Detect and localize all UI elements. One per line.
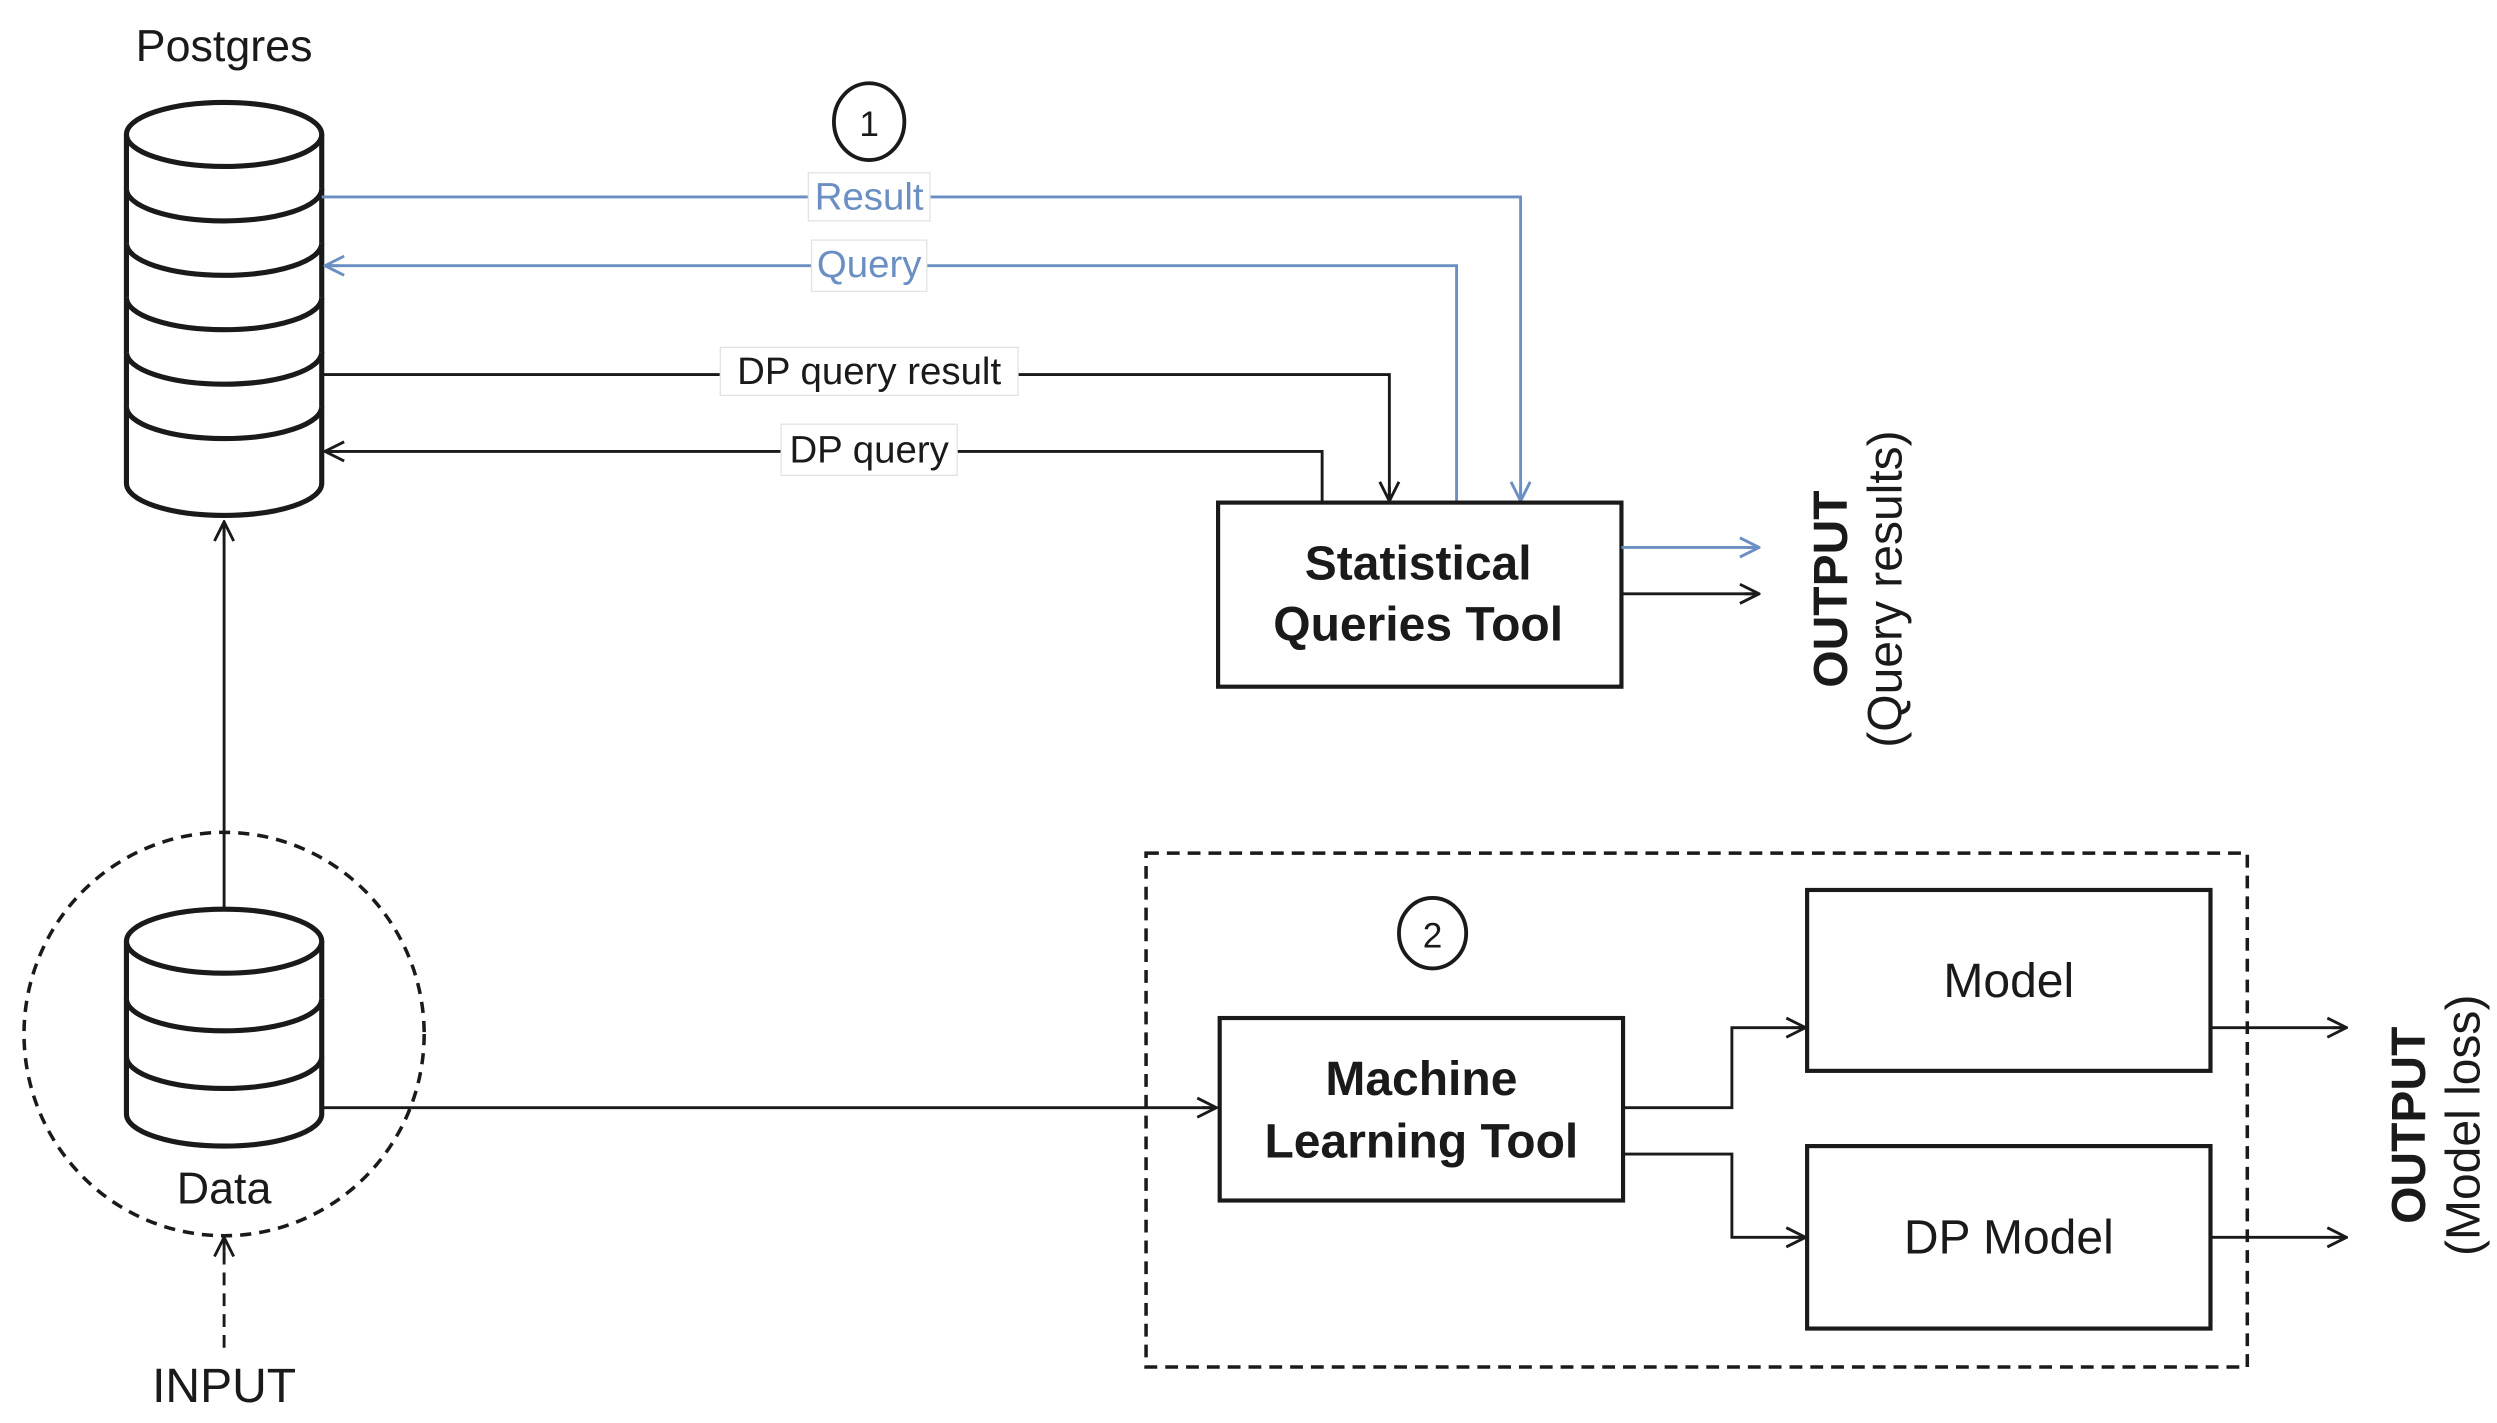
input-label: INPUT — [152, 1360, 296, 1413]
output-model-loss: OUTPUT (Model loss) — [2383, 995, 2490, 1256]
machine-learning-tool-node[interactable]: Machine Learning Tool — [1217, 1015, 1626, 1203]
model-label: Model — [1943, 955, 2074, 1008]
model-node[interactable]: Model — [1805, 887, 2213, 1073]
output-model-subtitle: (Model loss) — [2437, 995, 2490, 1256]
edge-ml-to-model — [1623, 1028, 1804, 1110]
step-2-marker: 2 — [1397, 896, 1469, 971]
ml-tool-label-line1: Machine — [1325, 1053, 1517, 1106]
output-query-title: OUTPUT — [1805, 490, 1858, 687]
architecture-diagram: Postgres 1 Result Query DP query result — [22, 21, 2490, 1413]
step-2-number: 2 — [1423, 917, 1443, 956]
stat-tool-label-line2: Queries Tool — [1273, 598, 1563, 651]
step-1-marker: 1 — [832, 81, 907, 162]
output-query-results: OUTPUT (Query results) — [1805, 430, 1912, 747]
ml-tool-label-line2: Learning Tool — [1264, 1115, 1578, 1168]
data-database-icon — [123, 906, 325, 1149]
output-query-subtitle: (Query results) — [1860, 430, 1913, 747]
statistical-queries-tool-node[interactable]: Statistical Queries Tool — [1216, 500, 1624, 689]
step-1-number: 1 — [859, 105, 879, 144]
data-label: Data — [177, 1164, 272, 1214]
edge-dp-query-label: DP query — [789, 429, 949, 472]
output-model-title: OUTPUT — [2383, 1027, 2436, 1224]
dp-model-node[interactable]: DP Model — [1805, 1144, 2213, 1331]
edge-query-label: Query — [817, 243, 922, 286]
dp-model-label: DP Model — [1904, 1211, 2114, 1264]
postgres-node[interactable]: Postgres — [123, 21, 325, 518]
edge-dp-query-result-label: DP query result — [737, 350, 1001, 393]
edge-dp-query-result[interactable]: DP query result — [321, 346, 1390, 499]
edge-result-label: Result — [815, 176, 924, 219]
stat-tool-label-line1: Statistical — [1305, 537, 1532, 590]
postgres-label: Postgres — [136, 21, 313, 71]
postgres-database-icon — [123, 99, 325, 518]
edge-dp-query[interactable]: DP query — [327, 423, 1324, 503]
data-node[interactable]: Data — [123, 906, 325, 1214]
edge-ml-to-dp-model — [1623, 1152, 1804, 1237]
